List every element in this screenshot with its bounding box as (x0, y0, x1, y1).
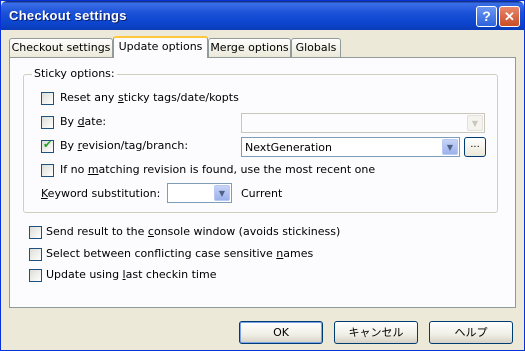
by-revision-checkbox[interactable]: ✔ (41, 138, 54, 153)
cancel-button[interactable]: キャンセル (334, 321, 418, 344)
date-combo[interactable]: ▼ (241, 113, 485, 133)
close-title-button[interactable]: ✕ (499, 6, 520, 27)
chevron-down-icon[interactable]: ▼ (214, 185, 230, 201)
by-revision-label: By revision/tag/branch: (60, 139, 189, 152)
tab-merge-options[interactable]: Merge options (208, 38, 291, 57)
browse-revision-button[interactable]: ... (464, 137, 486, 157)
keyword-label: Keyword substitution: (41, 187, 161, 200)
sticky-options-label: Sticky options: (32, 67, 117, 80)
tab-globals[interactable]: Globals (291, 38, 341, 57)
window-title: Checkout settings (9, 8, 127, 23)
ok-button[interactable]: OK (239, 321, 323, 344)
no-match-label: If no matching revision is found, use th… (60, 163, 376, 176)
keyword-current-label: Current (241, 187, 283, 200)
by-date-label: By date: (60, 115, 107, 128)
by-date-checkbox[interactable] (41, 116, 54, 129)
chevron-down-icon[interactable]: ▼ (467, 115, 483, 131)
checkin-time-label: Update using last checkin time (46, 268, 217, 281)
reset-sticky-checkbox[interactable] (41, 92, 54, 105)
dialog-window: Checkout settings ? ✕ Checkout settings … (0, 0, 525, 351)
keyword-combo[interactable]: ▼ (167, 183, 232, 203)
case-names-label: Select between conflicting case sensitiv… (46, 247, 314, 260)
console-checkbox[interactable] (29, 226, 42, 239)
tab-update-options[interactable]: Update options (113, 36, 208, 58)
checkin-time-checkbox[interactable] (29, 269, 42, 282)
title-bar: Checkout settings ? ✕ (1, 1, 524, 30)
reset-sticky-label: Reset any sticky tags/date/kopts (60, 91, 239, 104)
console-label: Send result to the console window (avoid… (46, 225, 341, 238)
no-match-checkbox[interactable] (41, 164, 54, 177)
checkmark-icon: ✔ (43, 138, 53, 151)
revision-combo[interactable]: NextGeneration ▼ (241, 137, 460, 157)
case-names-checkbox[interactable] (29, 248, 42, 261)
help-button[interactable]: ヘルプ (429, 321, 513, 344)
chevron-down-icon[interactable]: ▼ (442, 139, 458, 155)
tab-checkout-settings[interactable]: Checkout settings (9, 38, 113, 57)
help-title-button[interactable]: ? (476, 6, 497, 27)
